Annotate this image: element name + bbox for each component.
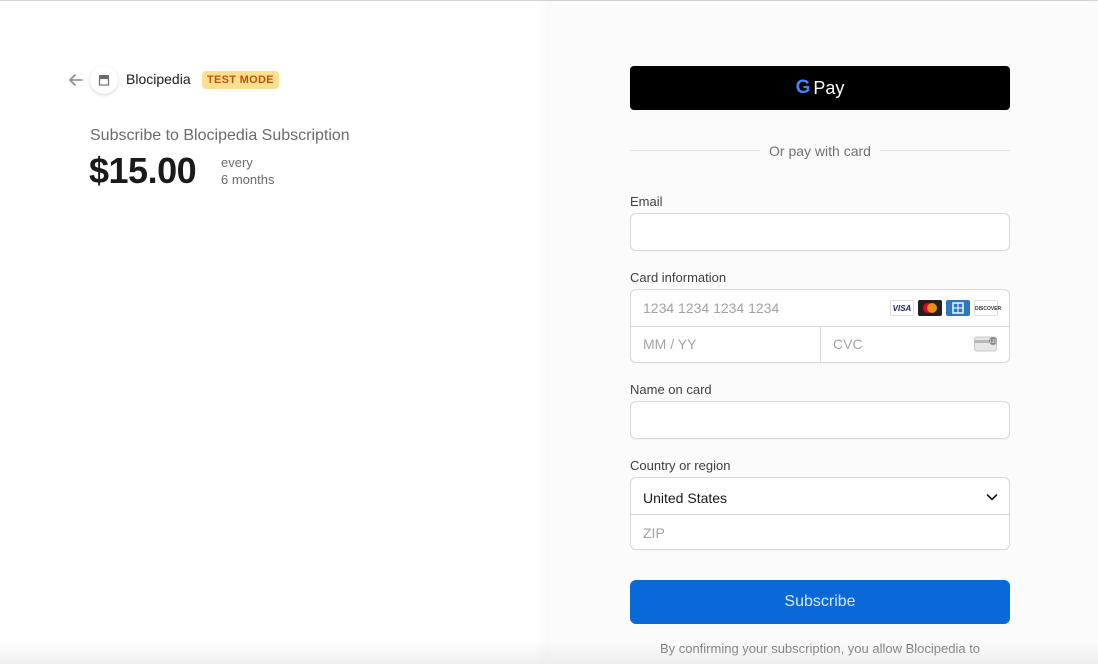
name-on-card-field[interactable] [631, 402, 1009, 438]
discover-icon: DISCOVER [974, 300, 1001, 316]
billing-period: every 6 months [221, 154, 274, 188]
amex-icon [946, 300, 970, 316]
billing-period-line2: 6 months [221, 172, 275, 187]
name-on-card-label: Name on card [630, 382, 712, 397]
visa-icon: VISA [890, 300, 914, 316]
card-row-separator [820, 326, 821, 362]
google-pay-label: Pay [813, 77, 845, 98]
subscription-title: Subscribe to Blocipedia Subscription [90, 127, 350, 144]
summary-panel [0, 1, 550, 664]
card-info-box: VISA DISCOVER 135 [630, 289, 1010, 363]
country-select[interactable]: United States [631, 478, 1009, 515]
google-g-letter: G [795, 77, 811, 98]
mastercard-icon [918, 300, 942, 316]
store-icon [98, 75, 110, 86]
divider-text: Or pay with card [769, 143, 871, 159]
email-label: Email [630, 194, 663, 209]
email-field-box [630, 213, 1010, 251]
card-number-input[interactable] [631, 290, 881, 326]
card-number-row: VISA DISCOVER [631, 290, 1009, 327]
email-field[interactable] [631, 214, 1009, 250]
zip-input[interactable] [631, 515, 1009, 550]
billing-period-line1: every [221, 155, 253, 170]
pay-with-card-divider: Or pay with card [630, 141, 1010, 161]
google-pay-button[interactable]: G Pay [630, 66, 1010, 110]
expiry-input[interactable] [631, 326, 820, 362]
country-zip-box: United States [630, 477, 1010, 550]
cvc-card-icon: 135 [974, 336, 997, 352]
svg-text:135: 135 [989, 339, 997, 344]
back-arrow-icon[interactable] [67, 71, 85, 89]
chevron-down-icon [986, 494, 998, 501]
country-label: Country or region [630, 458, 731, 473]
cvc-input[interactable] [821, 326, 961, 362]
google-g-icon: G [796, 77, 811, 99]
name-on-card-box [630, 401, 1010, 439]
merchant-logo [90, 66, 118, 94]
card-info-label: Card information [630, 270, 727, 285]
consent-text: By confirming your subscription, you all… [659, 641, 981, 656]
subscribe-button[interactable]: Subscribe [630, 580, 1010, 624]
price-amount: $15.00 [89, 150, 197, 191]
test-mode-badge: TEST MODE [202, 71, 279, 89]
country-selected-value: United States [643, 490, 728, 506]
merchant-name[interactable]: Blocipedia [126, 71, 191, 87]
